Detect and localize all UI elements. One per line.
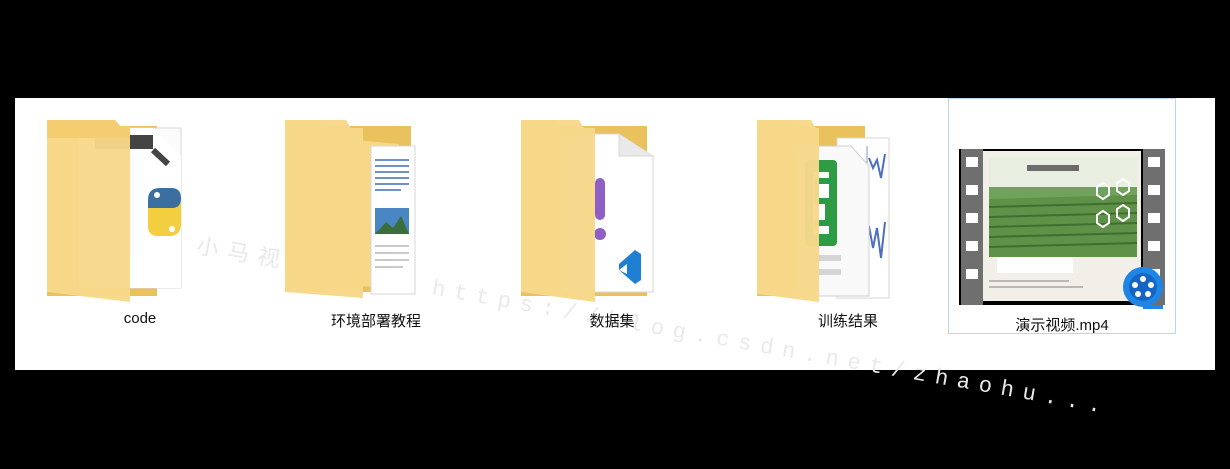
video-file-item-demo[interactable]: 演示视频.mp4 bbox=[948, 98, 1176, 334]
video-thumbnail-icon bbox=[959, 149, 1165, 309]
folder-item-dataset[interactable]: 数据集 bbox=[507, 98, 717, 334]
vscode-folder-icon bbox=[521, 120, 654, 302]
folder-label-dataset: 数据集 bbox=[589, 313, 635, 330]
folder-item-deployment-tutorial[interactable]: 环境部署教程 bbox=[271, 98, 481, 334]
excel-folder-icon bbox=[757, 120, 890, 302]
folder-item-training-results[interactable]: 训练结果 bbox=[743, 98, 953, 334]
folder-item-code[interactable]: code bbox=[35, 98, 245, 334]
document-folder-icon bbox=[285, 120, 416, 298]
folder-label-deployment-tutorial: 环境部署教程 bbox=[330, 313, 421, 330]
video-file-label: 演示视频.mp4 bbox=[1015, 317, 1109, 334]
python-folder-icon bbox=[47, 120, 182, 302]
folder-label-training-results: 训练结果 bbox=[817, 313, 878, 330]
folder-label-code: code bbox=[123, 310, 157, 327]
file-explorer-content: 小马视觉工作室 https://blog.csdn.net/zhaohu... … bbox=[15, 98, 1215, 421]
